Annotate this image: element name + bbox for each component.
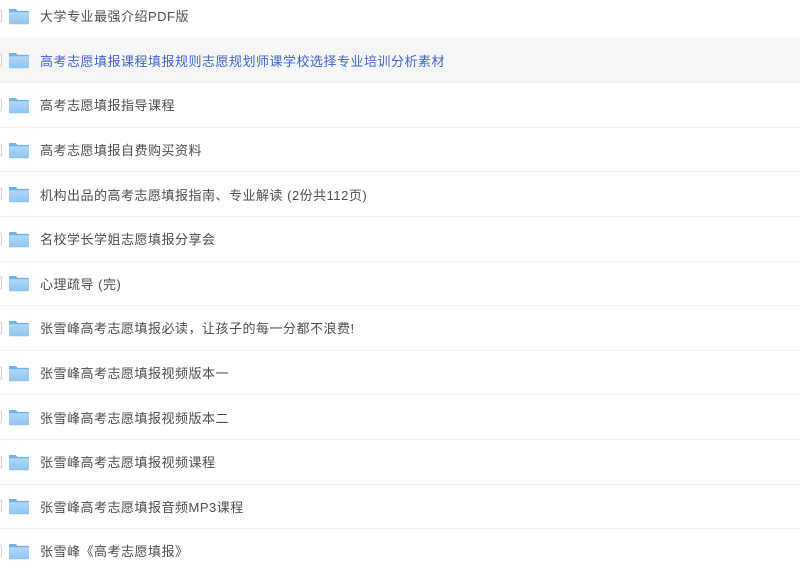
folder-icon xyxy=(8,453,30,471)
folder-name: 高考志愿填报指导课程 xyxy=(40,98,176,114)
list-item[interactable]: 张雪峰高考志愿填报音频MP3课程 xyxy=(0,484,800,530)
list-item[interactable]: 机构出品的高考志愿填报指南、专业解读 (2份共112页) xyxy=(0,172,800,217)
list-item[interactable]: 心理疏导 (完) xyxy=(0,261,800,307)
folder-name: 机构出品的高考志愿填报指南、专业解读 (2份共112页) xyxy=(40,187,368,203)
row-checkbox[interactable] xyxy=(0,143,2,157)
list-item[interactable]: 张雪峰高考志愿填报视频课程 xyxy=(0,439,800,485)
folder-icon xyxy=(8,141,30,159)
folder-icon xyxy=(8,7,30,25)
folder-icon xyxy=(8,319,30,337)
folder-icon xyxy=(8,51,30,69)
folder-name: 高考志愿填报课程填报规则志愿规划师课学校选择专业培训分析素材 xyxy=(40,53,446,69)
folder-name: 张雪峰高考志愿填报必读，让孩子的每一分都不浪费! xyxy=(40,321,355,337)
folder-icon xyxy=(8,274,30,292)
row-checkbox[interactable] xyxy=(0,499,2,513)
list-item[interactable]: 高考志愿填报课程填报规则志愿规划师课学校选择专业培训分析素材 xyxy=(0,38,800,84)
folder-name: 张雪峰高考志愿填报视频课程 xyxy=(40,455,216,471)
folder-name: 张雪峰高考志愿填报视频版本一 xyxy=(40,366,230,382)
folder-icon xyxy=(8,364,30,382)
row-checkbox[interactable] xyxy=(0,321,2,335)
folder-icon xyxy=(8,408,30,426)
row-checkbox[interactable] xyxy=(0,187,2,201)
folder-icon xyxy=(8,185,30,203)
folder-icon xyxy=(8,497,30,515)
list-item[interactable]: 张雪峰高考志愿填报必读，让孩子的每一分都不浪费! xyxy=(0,306,800,351)
row-checkbox[interactable] xyxy=(0,9,2,23)
folder-name: 张雪峰《高考志愿填报》 xyxy=(40,544,189,560)
row-checkbox[interactable] xyxy=(0,366,2,380)
folder-name: 心理疏导 (完) xyxy=(40,276,122,292)
row-checkbox[interactable] xyxy=(0,544,2,558)
list-item[interactable]: 张雪峰高考志愿填报视频版本二 xyxy=(0,395,800,440)
folder-list: 大学专业最强介绍PDF版 高考志愿填报课程填报规则志愿规划师课学校选择专业培训分… xyxy=(0,0,800,567)
row-checkbox[interactable] xyxy=(0,232,2,246)
row-checkbox[interactable] xyxy=(0,53,2,67)
row-checkbox[interactable] xyxy=(0,276,2,290)
row-checkbox[interactable] xyxy=(0,410,2,424)
list-item[interactable]: 高考志愿填报自费购买资料 xyxy=(0,127,800,173)
row-checkbox[interactable] xyxy=(0,455,2,469)
folder-icon xyxy=(8,542,30,560)
list-item[interactable]: 名校学长学姐志愿填报分享会 xyxy=(0,216,800,262)
folder-name: 张雪峰高考志愿填报音频MP3课程 xyxy=(40,499,244,515)
list-item[interactable]: 高考志愿填报指导课程 xyxy=(0,83,800,128)
folder-name: 张雪峰高考志愿填报视频版本二 xyxy=(40,410,230,426)
folder-icon xyxy=(8,230,30,248)
list-item[interactable]: 大学专业最强介绍PDF版 xyxy=(0,0,800,39)
list-item[interactable]: 张雪峰高考志愿填报视频版本一 xyxy=(0,350,800,396)
list-item[interactable]: 张雪峰《高考志愿填报》 xyxy=(0,529,800,567)
folder-name: 名校学长学姐志愿填报分享会 xyxy=(40,232,216,248)
folder-name: 大学专业最强介绍PDF版 xyxy=(40,9,190,25)
folder-icon xyxy=(8,96,30,114)
row-checkbox[interactable] xyxy=(0,98,2,112)
folder-name: 高考志愿填报自费购买资料 xyxy=(40,143,203,159)
